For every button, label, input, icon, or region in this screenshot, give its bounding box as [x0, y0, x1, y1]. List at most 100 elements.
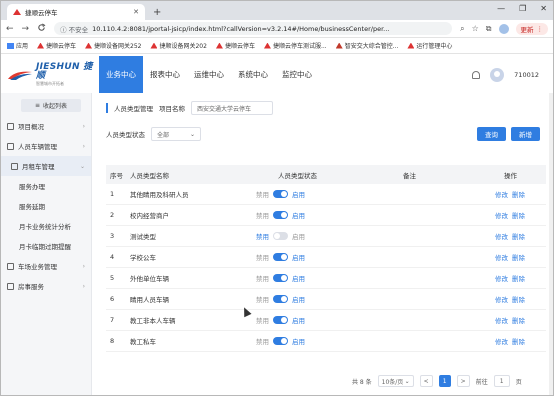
goto-input[interactable]: 1 — [493, 375, 510, 387]
delete-link[interactable]: 删除 — [512, 294, 525, 304]
close-tab-icon[interactable]: ✕ — [133, 8, 139, 16]
chevron-icon: › — [82, 262, 85, 270]
bookmark-icon — [85, 42, 93, 49]
edit-link[interactable]: 修改 — [495, 294, 508, 304]
sidebar-item[interactable]: 服务办理 — [1, 176, 91, 196]
status-toggle[interactable] — [273, 295, 288, 303]
menu-icon — [7, 142, 14, 150]
bookmarks-bar: 应用 捷顺云停车 捷顺设备网关252 捷顺设备网关202 捷顺云停车 捷顺云停车测试服..… — [1, 38, 553, 54]
table-header: 序号 人员类型名称 人员类型状态 备注 操作 — [106, 165, 546, 184]
next-page-button[interactable]: > — [456, 375, 470, 387]
edit-link[interactable]: 修改 — [495, 210, 508, 220]
query-button[interactable]: 查询 — [477, 127, 506, 141]
star-icon[interactable]: ☆ — [472, 24, 479, 33]
table-row: 3 测试类型 禁用 启用 修改 删除 — [106, 226, 546, 247]
chevron-icon: › — [82, 282, 85, 290]
delete-link[interactable]: 删除 — [512, 273, 525, 283]
sidebar-subgroup[interactable]: 月租车管理 ⌄ — [1, 156, 91, 176]
nav-item[interactable]: 业务中心 — [99, 56, 143, 93]
bookmark-item[interactable]: 捷顺云停车测试服... — [263, 41, 327, 50]
delete-link[interactable]: 删除 — [512, 336, 525, 346]
delete-link[interactable]: 删除 — [512, 315, 525, 325]
user-id[interactable]: 710012 — [514, 71, 539, 79]
logo-mark-icon — [7, 69, 33, 81]
filter-label: 人员类型状态 — [106, 131, 145, 139]
app-logo: JIESHUN 捷顺 智慧城市开拓者 — [1, 56, 97, 93]
minimize-icon[interactable]: — — [497, 4, 505, 13]
page-number[interactable]: 1 — [438, 375, 451, 387]
sidebar-group[interactable]: 房事服务 › — [1, 276, 91, 296]
status-toggle[interactable] — [273, 190, 288, 198]
bookmark-icon — [263, 42, 271, 49]
data-table: 序号 人员类型名称 人员类型状态 备注 操作 1 其他睛用及科研人员 禁用 启用 修改删… — [106, 165, 546, 352]
bookmark-icon — [335, 42, 343, 49]
bookmark-item[interactable]: 捷顺云停车 — [215, 41, 255, 50]
notification-bell-icon[interactable] — [472, 70, 481, 79]
logo-brand: JIESHUN 捷顺 — [36, 62, 93, 81]
sidebar-group[interactable]: 人员车辆管理 › — [1, 136, 91, 156]
bookmark-item[interactable]: 捷顺云停车 — [37, 41, 76, 50]
status-toggle[interactable] — [273, 316, 288, 324]
delete-link[interactable]: 删除 — [512, 231, 525, 241]
nav-item[interactable]: 监控中心 — [275, 56, 319, 93]
delete-link[interactable]: 删除 — [512, 252, 525, 262]
scrollbar[interactable] — [549, 93, 553, 395]
table-row: 1 其他睛用及科研人员 禁用 启用 修改 删除 — [106, 184, 546, 205]
table-row: 2 校内经营商户 禁用 启用 修改 删除 — [106, 205, 546, 226]
pagination: 共 8 条 10条/页 ⌄ < 1 > 前往 1 页 — [352, 375, 522, 387]
bookmark-icon — [150, 42, 158, 49]
status-toggle[interactable] — [273, 337, 288, 345]
table-row: 6 睛用人员车辆 禁用 启用 修改 删除 — [106, 289, 546, 310]
total-count: 共 8 条 — [352, 378, 372, 386]
bookmark-item[interactable]: 智安交大综合管控... — [335, 41, 398, 50]
bookmark-item[interactable]: 应用 — [7, 41, 28, 50]
close-window-icon[interactable]: ✕ — [540, 4, 547, 13]
sidebar-item[interactable]: 月卡业务统计分析 — [1, 216, 91, 236]
edit-link[interactable]: 修改 — [495, 252, 508, 262]
status-toggle[interactable] — [273, 211, 288, 219]
project-label: 项目名称 — [159, 105, 185, 113]
collapse-list-button[interactable]: ≡ 收起列表 — [21, 99, 81, 112]
extensions-icon[interactable]: ⧉ — [486, 24, 492, 34]
nav-item[interactable]: 系统中心 — [231, 56, 275, 93]
edit-link[interactable]: 修改 — [495, 336, 508, 346]
prev-page-button[interactable]: < — [419, 375, 433, 387]
zoom-icon[interactable]: ⌕ — [460, 24, 464, 34]
bookmark-item[interactable]: 捷顺设备网关202 — [150, 41, 207, 50]
project-select[interactable]: 西安交通大学云停车 — [191, 101, 273, 115]
url-input[interactable]: ⓘ 不安全 10.110.4.2:8081/jportal-jsicp/inde… — [54, 22, 453, 35]
update-button[interactable]: 更新 ⋮ — [515, 22, 548, 35]
sidebar-group[interactable]: 项目概况 › — [1, 116, 91, 136]
new-tab-button[interactable]: + — [153, 7, 161, 18]
bookmark-item[interactable]: 捷顺设备网关252 — [85, 41, 141, 50]
nav-item[interactable]: 运维中心 — [187, 56, 231, 93]
status-toggle[interactable] — [273, 253, 288, 261]
reload-icon[interactable] — [37, 23, 46, 35]
sidebar-item[interactable]: 月卡临期过期提醒 — [1, 236, 91, 256]
delete-link[interactable]: 删除 — [512, 210, 525, 220]
breadcrumb: 人员类型管理 项目名称 西安交通大学云停车 — [106, 101, 273, 115]
status-select[interactable]: 全部 ⌄ — [151, 127, 201, 141]
edit-link[interactable]: 修改 — [495, 315, 508, 325]
status-toggle[interactable] — [273, 232, 288, 240]
add-button[interactable]: 新增 — [511, 127, 540, 141]
bookmark-item[interactable]: 运行管理中心 — [407, 41, 452, 50]
edit-link[interactable]: 修改 — [495, 231, 508, 241]
user-avatar[interactable] — [490, 67, 505, 82]
browser-tab[interactable]: 捷顺云停车 ✕ — [7, 4, 145, 20]
back-icon[interactable]: ← — [6, 24, 14, 34]
bookmark-icon — [407, 42, 415, 49]
nav-item[interactable]: 报表中心 — [143, 56, 187, 93]
edit-link[interactable]: 修改 — [495, 273, 508, 283]
sidebar-item[interactable]: 服务延期 — [1, 196, 91, 216]
delete-link[interactable]: 删除 — [512, 189, 525, 199]
sidebar-group[interactable]: 车场业务管理 › — [1, 256, 91, 276]
restore-icon[interactable]: ❐ — [519, 4, 526, 13]
table-row: 4 学校公车 禁用 启用 修改 删除 — [106, 247, 546, 268]
edit-link[interactable]: 修改 — [495, 189, 508, 199]
page-unit: 页 — [515, 378, 522, 386]
forward-icon[interactable]: → — [22, 24, 30, 34]
status-toggle[interactable] — [273, 274, 288, 282]
page-size-select[interactable]: 10条/页 ⌄ — [377, 375, 414, 387]
profile-avatar[interactable] — [498, 23, 509, 34]
